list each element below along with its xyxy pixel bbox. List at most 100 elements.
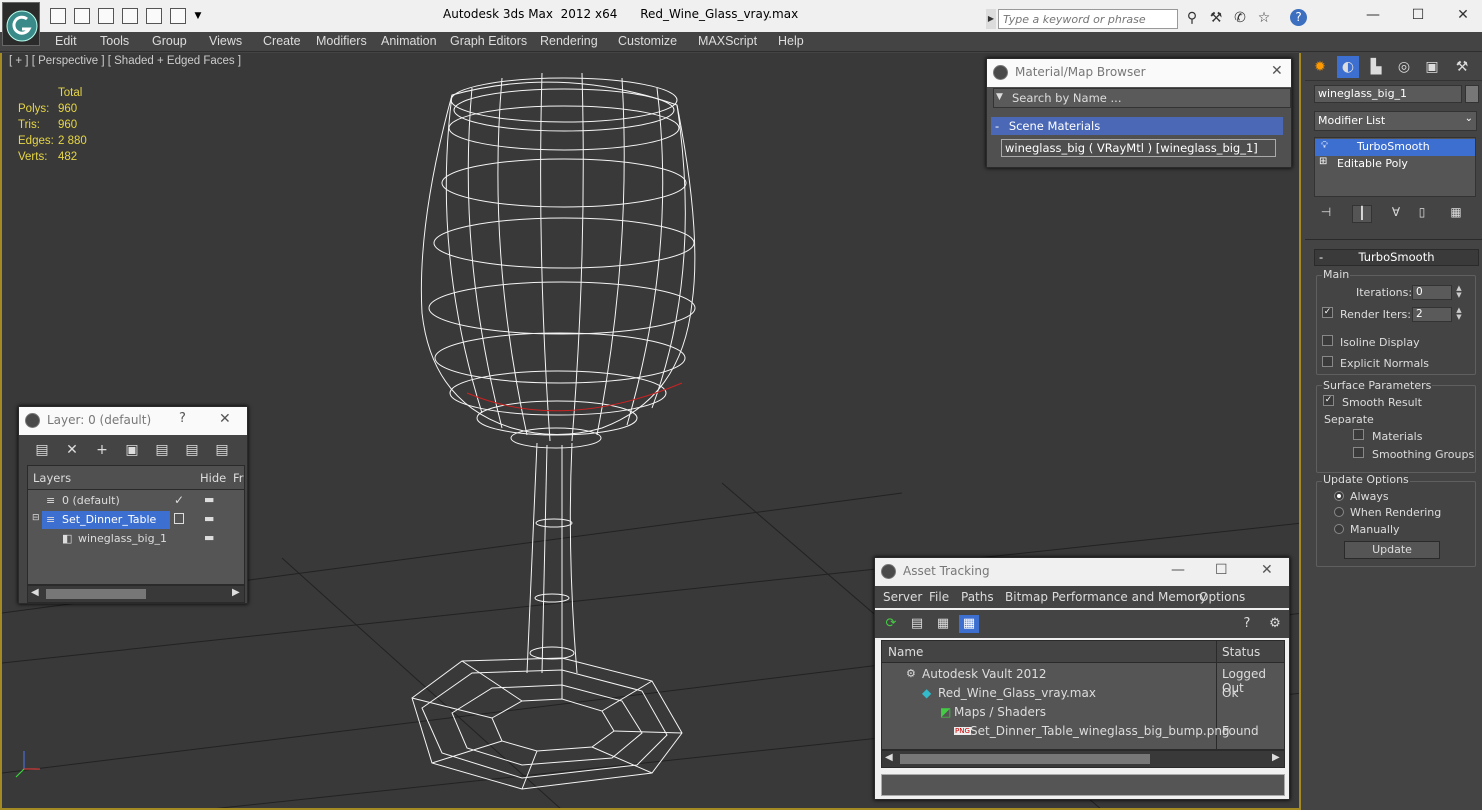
asset-row[interactable]: ◆ Red_Wine_Glass_vray.max Ok xyxy=(882,684,1284,703)
scroll-thumb[interactable] xyxy=(900,754,1150,764)
section-toggle[interactable]: - xyxy=(995,119,999,133)
rollout-header[interactable]: - TurboSmooth xyxy=(1314,249,1479,266)
stack-item-turbosmooth[interactable]: 💡︎ TurboSmooth xyxy=(1315,139,1475,156)
freeze-all-layers-icon[interactable]: ▤ xyxy=(213,441,231,459)
asset-close-icon[interactable]: ✕ xyxy=(1261,562,1273,578)
asset-help-icon[interactable]: ? xyxy=(1237,615,1257,633)
render-iters-spinner[interactable]: 2 xyxy=(1412,307,1452,322)
close-icon[interactable]: ✕ xyxy=(1448,4,1478,26)
asset-path-field[interactable] xyxy=(881,774,1285,796)
asset-menu-server[interactable]: Server xyxy=(883,590,922,604)
layer-manager-window[interactable]: Layer: 0 (default) ? ✕ ▤ ✕ + ▣ ▤ ▤ ▤ Lay… xyxy=(18,406,248,604)
filter-dropdown-icon[interactable]: ▼ xyxy=(996,92,1003,102)
asset-menu-paths[interactable]: Paths xyxy=(961,590,994,604)
asset-menu-file[interactable]: File xyxy=(929,590,949,604)
iterations-spinner[interactable]: 0 xyxy=(1412,285,1452,300)
asset-tracking-titlebar[interactable]: Asset Tracking — ☐ ✕ xyxy=(875,558,1289,586)
smooth-result-checkbox[interactable]: ✓ xyxy=(1323,395,1334,406)
asset-menu-bitmap[interactable]: Bitmap Performance and Memory xyxy=(1005,590,1207,604)
menu-modifiers[interactable]: Modifiers xyxy=(316,34,367,48)
utilities-tab-icon[interactable]: ⚒ xyxy=(1451,56,1473,78)
favorites-star-icon[interactable]: ☆ xyxy=(1255,9,1273,27)
communication-icon[interactable]: ✆ xyxy=(1231,9,1249,27)
col-freeze[interactable]: Fr xyxy=(233,471,244,485)
create-tab-icon[interactable]: ✹ xyxy=(1309,56,1331,78)
hold-icon[interactable] xyxy=(170,8,186,24)
asset-row[interactable]: ◩ Maps / Shaders xyxy=(882,703,1284,722)
layer-row[interactable]: ⊟ ≡ Set_Dinner_Table ▬ xyxy=(28,511,244,530)
spinner-arrows-icon[interactable]: ▲ ▼ xyxy=(1454,285,1464,300)
menu-animation[interactable]: Animation xyxy=(381,34,437,48)
layer-row[interactable]: ◧ wineglass_big_1 ▬ xyxy=(28,530,244,549)
menu-help[interactable]: Help xyxy=(778,34,804,48)
col-hide[interactable]: Hide xyxy=(200,471,226,485)
collapse-icon[interactable]: ⊟ xyxy=(32,513,40,523)
update-always-radio[interactable] xyxy=(1334,491,1344,501)
asset-tracking-window[interactable]: Asset Tracking — ☐ ✕ Server File Paths B… xyxy=(874,557,1290,800)
menu-tools[interactable]: Tools xyxy=(100,34,129,48)
material-close-icon[interactable]: ✕ xyxy=(1271,63,1283,79)
menu-customize[interactable]: Customize xyxy=(618,34,677,48)
binoculars-icon[interactable]: ⚲ xyxy=(1183,9,1201,27)
subscription-icon[interactable]: ⚒ xyxy=(1207,9,1225,27)
motion-tab-icon[interactable]: ◎ xyxy=(1393,56,1415,78)
separate-smoothing-checkbox[interactable] xyxy=(1353,447,1364,458)
help-icon[interactable]: ? xyxy=(1290,9,1307,26)
select-objects-icon[interactable]: ▣ xyxy=(123,441,141,459)
col-layers[interactable]: Layers xyxy=(33,471,71,485)
set-current-icon[interactable] xyxy=(174,513,184,524)
separate-materials-checkbox[interactable] xyxy=(1353,429,1364,440)
pin-stack-icon[interactable]: ⊣ xyxy=(1316,205,1336,223)
minimize-icon[interactable]: — xyxy=(1358,4,1388,26)
remove-modifier-icon[interactable]: ▯ xyxy=(1412,205,1432,223)
scroll-right-icon[interactable]: ▶ xyxy=(232,587,240,598)
refresh-icon[interactable]: ⟳ xyxy=(881,615,901,633)
scroll-right-icon[interactable]: ▶ xyxy=(1272,752,1280,763)
object-name-field[interactable]: wineglass_big_1 xyxy=(1314,85,1462,103)
material-browser-titlebar[interactable]: Material/Map Browser ✕ xyxy=(987,59,1291,87)
light-bulb-icon[interactable]: 💡︎ xyxy=(1321,140,1328,151)
col-name[interactable]: Name xyxy=(888,645,923,659)
search-expand-icon[interactable]: ▶ xyxy=(986,9,996,29)
scroll-left-icon[interactable]: ◀ xyxy=(885,752,893,763)
menu-create[interactable]: Create xyxy=(263,34,301,48)
menu-maxscript[interactable]: MAXScript xyxy=(698,34,757,48)
menu-rendering[interactable]: Rendering xyxy=(540,34,598,48)
display-tab-icon[interactable]: ▣ xyxy=(1421,56,1443,78)
asset-maximize-icon[interactable]: ☐ xyxy=(1215,562,1228,578)
delete-layer-icon[interactable]: ✕ xyxy=(63,441,81,459)
create-layer-icon[interactable]: ▤ xyxy=(33,441,51,459)
material-search-field[interactable]: ▼ Search by Name ... xyxy=(993,88,1291,108)
menu-group[interactable]: Group xyxy=(152,34,187,48)
update-when-rendering-radio[interactable] xyxy=(1334,507,1344,517)
hierarchy-tab-icon[interactable]: ▙ xyxy=(1365,56,1387,78)
undo-icon[interactable] xyxy=(122,8,138,24)
viewport-label[interactable]: [ + ] [ Perspective ] [ Shaded + Edged F… xyxy=(9,55,241,67)
asset-row[interactable]: ⚙ Autodesk Vault 2012 Logged Out xyxy=(882,665,1284,695)
scroll-left-icon[interactable]: ◀ xyxy=(31,587,39,598)
scroll-thumb[interactable] xyxy=(46,589,146,599)
modifier-list-dropdown[interactable]: Modifier List ⌄ xyxy=(1314,111,1477,131)
tree-view-icon[interactable]: ▦ xyxy=(933,615,953,633)
layer-close-icon[interactable]: ✕ xyxy=(219,411,231,427)
highlight-layer-icon[interactable]: ▤ xyxy=(153,441,171,459)
asset-row[interactable]: PNG Set_Dinner_Table_wineglass_big_bump.… xyxy=(882,722,1284,741)
material-entry[interactable]: wineglass_big ( VRayMtl ) [wineglass_big… xyxy=(1001,139,1276,157)
maximize-icon[interactable]: ☐ xyxy=(1403,4,1433,26)
object-color-swatch[interactable] xyxy=(1465,85,1479,103)
menu-views[interactable]: Views xyxy=(209,34,242,48)
hide-toggle-icon[interactable]: ▬ xyxy=(204,531,214,544)
layer-window-titlebar[interactable]: Layer: 0 (default) ? ✕ xyxy=(19,407,247,435)
hide-toggle-icon[interactable]: ▬ xyxy=(204,493,214,506)
hide-toggle-icon[interactable]: ▬ xyxy=(204,512,214,525)
menu-graph-editors[interactable]: Graph Editors xyxy=(450,34,527,48)
rollout-toggle[interactable]: - xyxy=(1319,250,1323,264)
stack-item-editable-poly[interactable]: ⊞ Editable Poly xyxy=(1315,156,1475,173)
list-view-icon[interactable]: ▤ xyxy=(907,615,927,633)
configure-sets-icon[interactable]: ▦ xyxy=(1446,205,1466,223)
scene-materials-group[interactable]: - Scene Materials xyxy=(991,117,1283,135)
open-file-icon[interactable] xyxy=(74,8,90,24)
layer-help-button[interactable]: ? xyxy=(179,411,186,426)
asset-minimize-icon[interactable]: — xyxy=(1171,562,1185,578)
asset-menu-options[interactable]: Options xyxy=(1199,590,1245,604)
